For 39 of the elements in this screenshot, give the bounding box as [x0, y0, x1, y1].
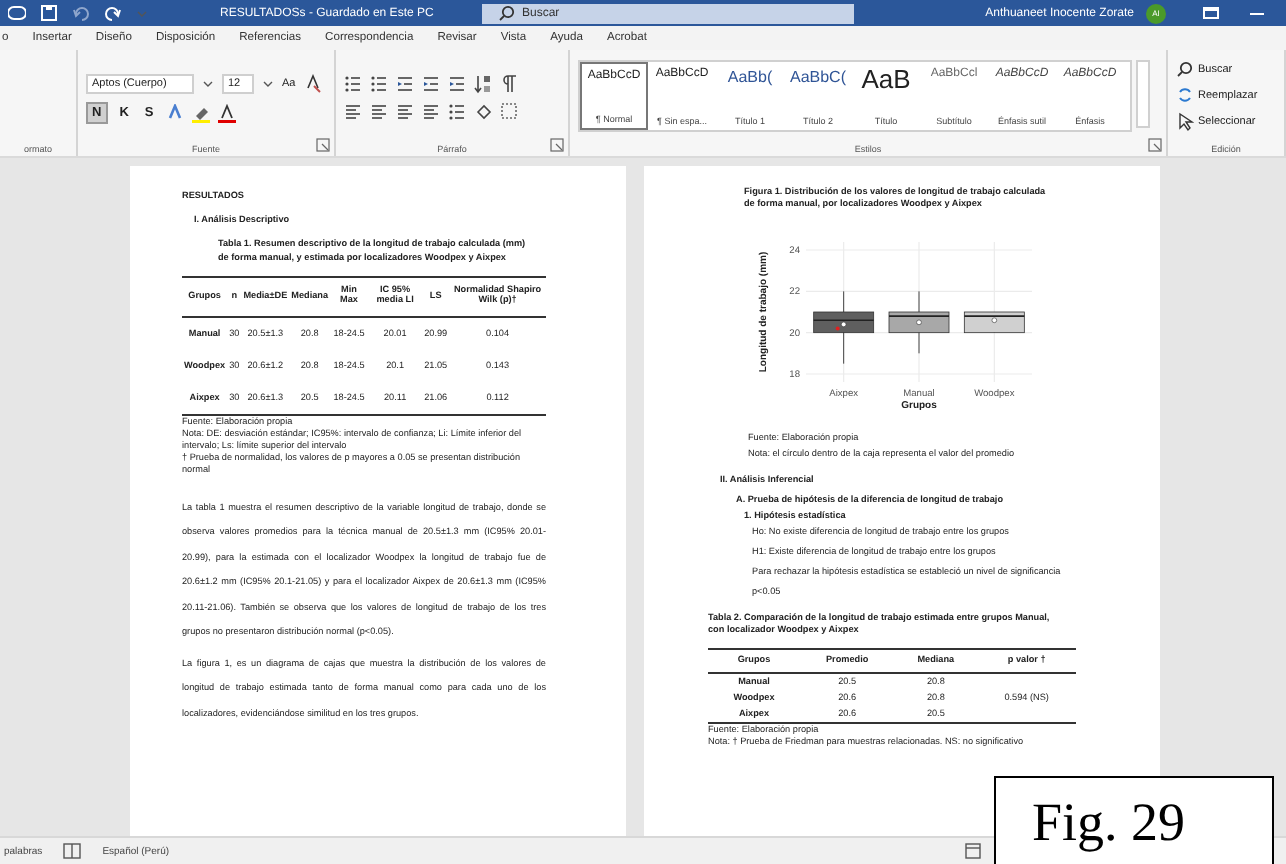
sort-icon[interactable]	[474, 74, 492, 94]
redo-icon[interactable]	[104, 3, 122, 23]
bullet-list-icon[interactable]	[370, 74, 388, 94]
caret-icon[interactable]	[262, 78, 274, 90]
style-preview: AaB	[861, 68, 911, 92]
dialog-launcher-icon[interactable]	[550, 138, 564, 152]
align-icon[interactable]	[396, 102, 414, 122]
save-icon[interactable]	[40, 3, 58, 23]
style-preview: AaBb(	[727, 68, 773, 86]
font-color-icon[interactable]	[217, 103, 236, 123]
figure-label: Fig. 29	[994, 776, 1274, 864]
search-icon[interactable]	[1176, 60, 1194, 80]
indent-icon[interactable]	[448, 74, 466, 94]
window-icon[interactable]	[1202, 3, 1220, 23]
align-icon[interactable]	[422, 102, 440, 122]
layout-icon[interactable]	[964, 842, 982, 860]
indent-icon[interactable]	[422, 74, 440, 94]
dialog-launcher-icon[interactable]	[1148, 138, 1162, 152]
replace-icon[interactable]	[1176, 86, 1194, 106]
dialog-launcher-icon[interactable]	[316, 138, 330, 152]
cursor-icon[interactable]	[1176, 112, 1194, 132]
book-icon[interactable]	[62, 842, 83, 860]
shading-icon[interactable]	[474, 102, 492, 122]
search-icon[interactable]	[498, 3, 516, 23]
pilcrow-icon[interactable]	[500, 74, 518, 94]
indent-icon[interactable]	[396, 74, 414, 94]
caret-icon[interactable]	[202, 78, 214, 90]
clear-format-icon[interactable]	[303, 74, 322, 94]
highlighter-icon[interactable]	[191, 103, 210, 123]
style-preview: AaBbC(	[789, 68, 846, 86]
bullet-list-icon[interactable]	[344, 74, 362, 94]
align-icon[interactable]	[344, 102, 362, 122]
gallery-scrollbar[interactable]	[1136, 60, 1150, 128]
text-effects-icon[interactable]	[165, 103, 184, 123]
align-icon[interactable]	[370, 102, 388, 122]
borders-icon[interactable]	[500, 102, 518, 122]
undo-icon[interactable]	[72, 3, 90, 23]
bullet-list-icon[interactable]	[448, 102, 466, 122]
toggle-icon[interactable]	[8, 3, 26, 23]
